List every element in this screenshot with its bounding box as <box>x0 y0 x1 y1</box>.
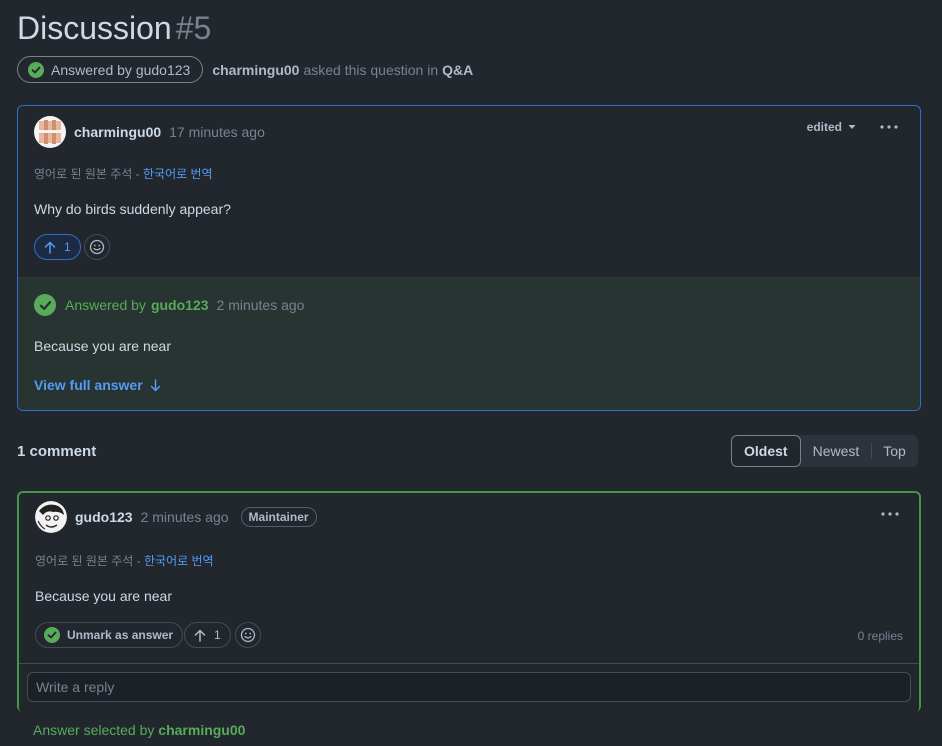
answer-comment-box: gudo123 2 minutes ago Maintainer 영어로 된 원… <box>17 491 921 713</box>
view-full-answer-label: View full answer <box>34 377 143 393</box>
kebab-icon[interactable] <box>878 118 900 136</box>
answer-preview: Answered by gudo123 2 minutes ago Becaus… <box>18 277 920 410</box>
answer-author-link[interactable]: gudo123 <box>151 297 209 313</box>
arrow-down-icon <box>150 378 160 391</box>
answered-by-label: Answered by <box>65 297 146 313</box>
upvote-count: 1 <box>64 240 71 254</box>
question-body: Why do birds suddenly appear? <box>34 201 231 217</box>
discussion-title: Discussion <box>17 10 172 46</box>
question-time[interactable]: 17 minutes ago <box>169 124 265 140</box>
add-reaction-button[interactable] <box>235 622 261 648</box>
comment-body: Because you are near <box>35 588 172 604</box>
selected-by-user[interactable]: charmingu00 <box>158 722 245 738</box>
check-circle-icon <box>28 61 44 78</box>
replies-count: 0 replies <box>857 629 903 643</box>
selected-by-text: Answer selected by <box>33 722 155 738</box>
comment-sort-tabs: Oldest Newest Top <box>731 435 918 467</box>
original-note: 영어로 된 원본 주석 - <box>34 167 140 181</box>
smiley-icon <box>89 239 105 255</box>
answer-selected-by: Answer selected by charmingu00 <box>33 722 245 738</box>
answer-preview-body: Because you are near <box>34 338 171 354</box>
question-author[interactable]: charmingu00 <box>74 124 161 140</box>
answered-badge-label: Answered by gudo123 <box>51 61 191 78</box>
upvote-count: 1 <box>214 628 221 642</box>
answered-badge: Answered by gudo123 <box>17 56 204 83</box>
reply-input[interactable] <box>27 672 911 702</box>
arrow-up-icon <box>44 241 56 254</box>
arrow-up-icon <box>194 629 206 642</box>
sort-top[interactable]: Top <box>871 435 918 467</box>
unmark-answer-button[interactable]: Unmark as answer <box>35 622 184 648</box>
kebab-icon[interactable] <box>879 505 901 523</box>
original-note: 영어로 된 원본 주석 - <box>35 554 141 568</box>
translation-note: 영어로 된 원본 주석 - 한국어로 번역 <box>35 552 214 569</box>
comments-count: 1 comment <box>17 443 97 460</box>
question-box: charmingu00 17 minutes ago edited 영어로 된 … <box>17 105 921 411</box>
reply-area <box>19 663 919 713</box>
check-circle-icon <box>34 294 56 316</box>
translate-link[interactable]: 한국어로 번역 <box>143 167 213 181</box>
discussion-number: #5 <box>175 10 212 46</box>
chevron-down-icon <box>848 125 856 129</box>
upvote-button[interactable]: 1 <box>34 234 81 260</box>
comment-header: gudo123 2 minutes ago Maintainer <box>35 501 317 533</box>
edited-dropdown[interactable]: edited <box>807 120 856 134</box>
upvote-button[interactable]: 1 <box>184 622 231 648</box>
avatar[interactable] <box>35 501 67 533</box>
add-reaction-button[interactable] <box>84 234 110 260</box>
sort-oldest[interactable]: Oldest <box>731 435 801 467</box>
discussion-status-row: Answered by gudo123 charmingu00 asked th… <box>17 55 473 84</box>
comment-time[interactable]: 2 minutes ago <box>141 509 229 525</box>
answer-preview-header: Answered by gudo123 2 minutes ago <box>34 294 304 316</box>
unmark-answer-label: Unmark as answer <box>67 628 174 642</box>
sort-newest[interactable]: Newest <box>801 435 872 467</box>
category-link[interactable]: Q&A <box>442 62 473 78</box>
avatar[interactable] <box>34 116 66 148</box>
comment-author[interactable]: gudo123 <box>75 509 133 525</box>
maintainer-badge: Maintainer <box>240 507 317 527</box>
asked-text: asked this question in <box>303 61 439 78</box>
edited-label: edited <box>806 120 842 134</box>
page-title: Discussion #5 <box>17 10 211 47</box>
translation-note: 영어로 된 원본 주석 - 한국어로 번역 <box>34 165 213 182</box>
check-circle-icon <box>44 627 60 643</box>
view-full-answer-link[interactable]: View full answer <box>34 377 161 393</box>
question-header: charmingu00 17 minutes ago <box>34 116 265 148</box>
answer-time[interactable]: 2 minutes ago <box>217 297 305 313</box>
author-link[interactable]: charmingu00 <box>212 62 299 78</box>
translate-link[interactable]: 한국어로 번역 <box>144 554 214 568</box>
smiley-icon <box>240 627 256 643</box>
